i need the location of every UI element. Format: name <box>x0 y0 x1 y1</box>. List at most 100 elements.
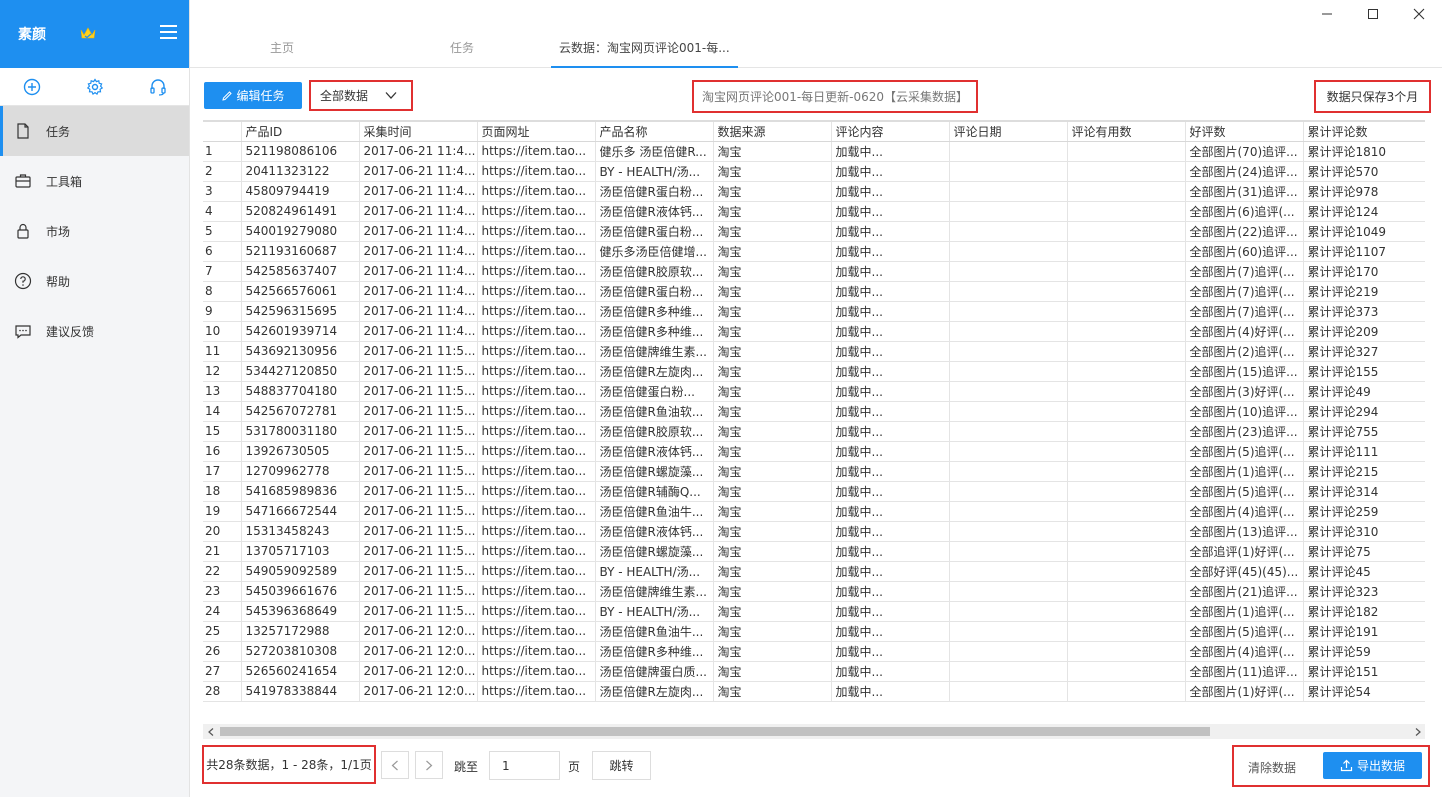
add-circle-icon[interactable] <box>23 78 41 96</box>
column-header[interactable]: 评论日期 <box>949 122 1068 142</box>
table-cell: 加载中... <box>831 681 950 702</box>
column-header[interactable]: 好评数 <box>1185 122 1304 142</box>
table-row[interactable]: 6 521193160687 2017-06-21 11:4... https://i… <box>203 241 1425 262</box>
table-row[interactable]: 4 520824961491 2017-06-21 11:4... https://i… <box>203 201 1425 222</box>
prev-page-button[interactable] <box>381 751 409 779</box>
table-cell: 541685989836 <box>241 481 360 502</box>
table-row[interactable]: 25 13257172988 2017-06-21 12:0... https://i… <box>203 621 1425 642</box>
table-cell: 累计评论59 <box>1303 641 1425 662</box>
table-row[interactable]: 24 545396368649 2017-06-21 11:5... https://… <box>203 601 1425 622</box>
table-row[interactable]: 27 526560241654 2017-06-21 12:0... https://… <box>203 661 1425 682</box>
table-cell: https://item.tao... <box>477 521 596 542</box>
table-cell <box>1067 421 1186 442</box>
column-header[interactable]: 页面网址 <box>477 122 596 142</box>
table-row[interactable]: 23 545039661676 2017-06-21 11:5... https://… <box>203 581 1425 602</box>
table-row[interactable]: 14 542567072781 2017-06-21 11:5... https://… <box>203 401 1425 422</box>
table-cell <box>1067 561 1186 582</box>
table-cell: 加载中... <box>831 521 950 542</box>
table-row[interactable]: 11 543692130956 2017-06-21 11:5... https://… <box>203 341 1425 362</box>
close-button[interactable] <box>1396 0 1442 28</box>
column-header[interactable]: 采集时间 <box>359 122 478 142</box>
export-data-button[interactable]: 导出数据 <box>1323 752 1422 779</box>
table-cell: 加载中... <box>831 441 950 462</box>
scrollbar-thumb[interactable] <box>220 727 1210 736</box>
table-row[interactable]: 7 542585637407 2017-06-21 11:4... https://i… <box>203 261 1425 282</box>
table-cell: 加载中... <box>831 201 950 222</box>
table-row[interactable]: 22 549059092589 2017-06-21 11:5... https://… <box>203 561 1425 582</box>
table-row[interactable]: 10 542601939714 2017-06-21 11:4... https://… <box>203 321 1425 342</box>
table-row[interactable]: 3 45809794419 2017-06-21 11:4... https://it… <box>203 181 1425 202</box>
maximize-button[interactable] <box>1350 0 1396 28</box>
table-cell <box>1067 601 1186 622</box>
settings-gear-icon[interactable] <box>86 77 104 96</box>
table-cell: 累计评论151 <box>1303 661 1425 682</box>
scroll-right-arrow[interactable] <box>1410 724 1425 739</box>
table-row[interactable]: 20 15313458243 2017-06-21 11:5... https://i… <box>203 521 1425 542</box>
column-header[interactable]: 产品名称 <box>595 122 714 142</box>
table-row[interactable]: 19 547166672544 2017-06-21 11:5... https://… <box>203 501 1425 522</box>
chevron-down-icon <box>385 92 397 99</box>
table-row[interactable]: 9 542596315695 2017-06-21 11:4... https://i… <box>203 301 1425 322</box>
table-row[interactable]: 18 541685989836 2017-06-21 11:5... https://… <box>203 481 1425 502</box>
column-header[interactable] <box>203 122 242 142</box>
sidebar-item-label: 帮助 <box>46 274 71 289</box>
table-cell: 全部图片(2)追评(... <box>1185 341 1304 362</box>
table-cell: 淘宝 <box>713 201 832 222</box>
table-cell: 全部图片(10)追评... <box>1185 401 1304 422</box>
column-header[interactable]: 累计评论数 <box>1303 122 1425 142</box>
table-row[interactable]: 21 13705717103 2017-06-21 11:5... https://i… <box>203 541 1425 562</box>
horizontal-scrollbar[interactable] <box>203 724 1425 739</box>
table-cell: https://item.tao... <box>477 221 596 242</box>
table-cell <box>949 461 1068 482</box>
table-row[interactable]: 8 542566576061 2017-06-21 11:4... https://i… <box>203 281 1425 302</box>
table-row[interactable]: 28 541978338844 2017-06-21 12:0... https://… <box>203 681 1425 702</box>
sidebar: 素颜 任务 工具箱 市场 帮助 建议反馈 <box>0 0 190 797</box>
sidebar-item-help[interactable]: 帮助 <box>0 256 189 306</box>
table-row[interactable]: 2 20411323122 2017-06-21 11:4... https://it… <box>203 161 1425 182</box>
table-row[interactable]: 16 13926730505 2017-06-21 11:5... https://i… <box>203 441 1425 462</box>
headset-support-icon[interactable] <box>149 78 167 96</box>
page-number-input[interactable] <box>489 751 560 780</box>
sidebar-item-tasks[interactable]: 任务 <box>0 106 189 156</box>
table-cell <box>949 321 1068 342</box>
tab-tasks[interactable]: 任务 <box>450 30 474 68</box>
column-header[interactable]: 产品ID <box>241 122 360 142</box>
table-cell: 全部图片(15)追评... <box>1185 361 1304 382</box>
data-filter-select[interactable]: 全部数据 <box>309 80 413 111</box>
table-cell: 543692130956 <box>241 341 360 362</box>
table-cell <box>1067 621 1186 642</box>
column-header[interactable]: 评论内容 <box>831 122 950 142</box>
sidebar-item-feedback[interactable]: 建议反馈 <box>0 306 189 356</box>
column-header[interactable]: 评论有用数 <box>1067 122 1186 142</box>
table-row[interactable]: 26 527203810308 2017-06-21 12:0... https://… <box>203 641 1425 662</box>
jump-button[interactable]: 跳转 <box>592 751 651 780</box>
next-page-button[interactable] <box>415 751 443 779</box>
clear-data-button[interactable]: 清除数据 <box>1248 759 1296 776</box>
sidebar-item-toolbox[interactable]: 工具箱 <box>0 156 189 206</box>
table-row[interactable]: 17 12709962778 2017-06-21 11:5... https://i… <box>203 461 1425 482</box>
table-row[interactable]: 1 521198086106 2017-06-21 11:4... https://i… <box>203 141 1425 162</box>
tab-home[interactable]: 主页 <box>270 30 294 68</box>
table-cell: 1 <box>203 141 242 162</box>
edit-task-button[interactable]: 编辑任务 <box>204 82 302 109</box>
table-cell <box>1067 521 1186 542</box>
chevron-right-icon <box>1415 727 1421 736</box>
minimize-button[interactable] <box>1304 0 1350 28</box>
table-row[interactable]: 5 540019279080 2017-06-21 11:4... https://i… <box>203 221 1425 242</box>
export-upload-icon <box>1340 759 1353 772</box>
tab-cloud-data[interactable]: 云数据：淘宝网页评论001-每... <box>551 30 738 68</box>
table-row[interactable]: 15 531780031180 2017-06-21 11:5... https://… <box>203 421 1425 442</box>
scroll-left-arrow[interactable] <box>203 724 218 739</box>
column-header[interactable]: 数据来源 <box>713 122 832 142</box>
table-cell: https://item.tao... <box>477 621 596 642</box>
table-cell: https://item.tao... <box>477 381 596 402</box>
table-row[interactable]: 13 548837704180 2017-06-21 11:5... https://… <box>203 381 1425 402</box>
table-cell: https://item.tao... <box>477 201 596 222</box>
table-cell <box>949 521 1068 542</box>
table-cell: 淘宝 <box>713 241 832 262</box>
menu-toggle-icon[interactable] <box>160 25 177 39</box>
retention-note: 数据只保存3个月 <box>1314 80 1431 113</box>
table-row[interactable]: 12 534427120850 2017-06-21 11:5... https://… <box>203 361 1425 382</box>
sidebar-item-market[interactable]: 市场 <box>0 206 189 256</box>
table-cell: 2017-06-21 11:4... <box>359 141 478 162</box>
